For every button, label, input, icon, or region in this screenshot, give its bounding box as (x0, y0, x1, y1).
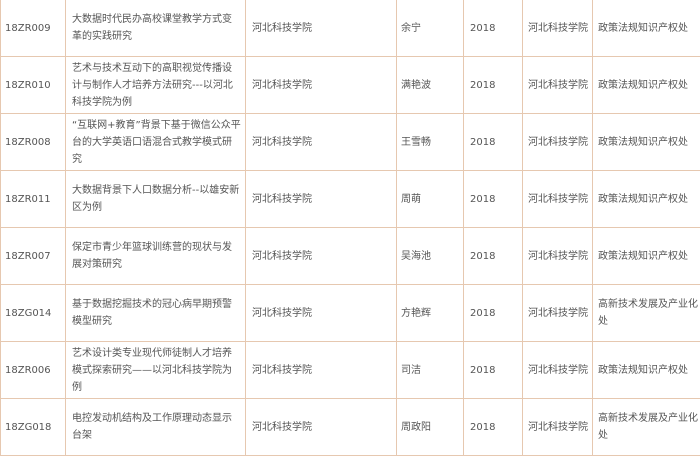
undertaking-unit-cell: 河北科技学院 (245, 227, 397, 285)
project-year-cell: 2018 (463, 170, 523, 228)
project-title-cell: 大数据背景下人口数据分析--以雄安新区为例 (65, 170, 246, 228)
table-row: 18ZR008 “互联网+教育”背景下基于微信公众平台的大学英语口语混合式教学模… (0, 113, 700, 171)
table-row: 18ZR009 大数据时代民办高校课堂教学方式变革的实践研究 河北科技学院 余宁… (0, 0, 700, 57)
recommending-unit-cell: 河北科技学院 (522, 170, 593, 228)
project-year-cell: 2018 (463, 227, 523, 285)
project-code-cell: 18ZR006 (0, 341, 66, 399)
table-body: 18ZR009 大数据时代民办高校课堂教学方式变革的实践研究 河北科技学院 余宁… (0, 0, 700, 456)
project-leader-cell: 吴海池 (396, 227, 464, 285)
table-row: 18ZR007 保定市青少年篮球训练营的现状与发展对策研究 河北科技学院 吴海池… (0, 227, 700, 285)
undertaking-unit-cell: 河北科技学院 (245, 284, 397, 342)
undertaking-unit-cell: 河北科技学院 (245, 56, 397, 114)
project-code-cell: 18ZR008 (0, 113, 66, 171)
project-year-cell: 2018 (463, 284, 523, 342)
table-row: 18ZR011 大数据背景下人口数据分析--以雄安新区为例 河北科技学院 周萌 … (0, 170, 700, 228)
managing-department-cell: 政策法规知识产权处 (592, 170, 700, 228)
project-year-cell: 2018 (463, 341, 523, 399)
project-title-cell: 电控发动机结构及工作原理动态显示台架 (65, 398, 246, 456)
project-year-cell: 2018 (463, 398, 523, 456)
project-leader-cell: 王雪畅 (396, 113, 464, 171)
recommending-unit-cell: 河北科技学院 (522, 227, 593, 285)
project-code-cell: 18ZG018 (0, 398, 66, 456)
project-leader-cell: 满艳波 (396, 56, 464, 114)
recommending-unit-cell: 河北科技学院 (522, 284, 593, 342)
project-leader-cell: 周萌 (396, 170, 464, 228)
undertaking-unit-cell: 河北科技学院 (245, 398, 397, 456)
project-list-table: 18ZR009 大数据时代民办高校课堂教学方式变革的实践研究 河北科技学院 余宁… (0, 0, 700, 456)
project-leader-cell: 余宁 (396, 0, 464, 57)
undertaking-unit-cell: 河北科技学院 (245, 170, 397, 228)
recommending-unit-cell: 河北科技学院 (522, 341, 593, 399)
managing-department-cell: 政策法规知识产权处 (592, 113, 700, 171)
undertaking-unit-cell: 河北科技学院 (245, 113, 397, 171)
project-year-cell: 2018 (463, 0, 523, 57)
project-title-cell: 大数据时代民办高校课堂教学方式变革的实践研究 (65, 0, 246, 57)
project-code-cell: 18ZR009 (0, 0, 66, 57)
project-year-cell: 2018 (463, 56, 523, 114)
recommending-unit-cell: 河北科技学院 (522, 113, 593, 171)
project-list-table-wrapper: 18ZR009 大数据时代民办高校课堂教学方式变革的实践研究 河北科技学院 余宁… (0, 0, 700, 456)
table-row: 18ZG014 基于数据挖掘技术的冠心病早期预警模型研究 河北科技学院 方艳辉 … (0, 284, 700, 342)
table-row: 18ZR006 艺术设计类专业现代师徒制人才培养模式探索研究——以河北科技学院为… (0, 341, 700, 399)
project-title-cell: 艺术设计类专业现代师徒制人才培养模式探索研究——以河北科技学院为例 (65, 341, 246, 399)
table-row: 18ZR010 艺术与技术互动下的高职视觉传播设计与制作人才培养方法研究---以… (0, 56, 700, 114)
managing-department-cell: 高新技术发展及产业化处 (592, 284, 700, 342)
project-title-cell: 基于数据挖掘技术的冠心病早期预警模型研究 (65, 284, 246, 342)
project-leader-cell: 司洁 (396, 341, 464, 399)
project-code-cell: 18ZG014 (0, 284, 66, 342)
project-leader-cell: 周政阳 (396, 398, 464, 456)
project-code-cell: 18ZR010 (0, 56, 66, 114)
managing-department-cell: 政策法规知识产权处 (592, 341, 700, 399)
undertaking-unit-cell: 河北科技学院 (245, 341, 397, 399)
recommending-unit-cell: 河北科技学院 (522, 398, 593, 456)
project-leader-cell: 方艳辉 (396, 284, 464, 342)
project-year-cell: 2018 (463, 113, 523, 171)
project-title-cell: “互联网+教育”背景下基于微信公众平台的大学英语口语混合式教学模式研究 (65, 113, 246, 171)
recommending-unit-cell: 河北科技学院 (522, 56, 593, 114)
undertaking-unit-cell: 河北科技学院 (245, 0, 397, 57)
project-title-cell: 保定市青少年篮球训练营的现状与发展对策研究 (65, 227, 246, 285)
project-title-cell: 艺术与技术互动下的高职视觉传播设计与制作人才培养方法研究---以河北科技学院为例 (65, 56, 246, 114)
managing-department-cell: 政策法规知识产权处 (592, 56, 700, 114)
project-code-cell: 18ZR007 (0, 227, 66, 285)
managing-department-cell: 政策法规知识产权处 (592, 0, 700, 57)
table-row: 18ZG018 电控发动机结构及工作原理动态显示台架 河北科技学院 周政阳 20… (0, 398, 700, 456)
project-code-cell: 18ZR011 (0, 170, 66, 228)
managing-department-cell: 高新技术发展及产业化处 (592, 398, 700, 456)
recommending-unit-cell: 河北科技学院 (522, 0, 593, 57)
managing-department-cell: 政策法规知识产权处 (592, 227, 700, 285)
